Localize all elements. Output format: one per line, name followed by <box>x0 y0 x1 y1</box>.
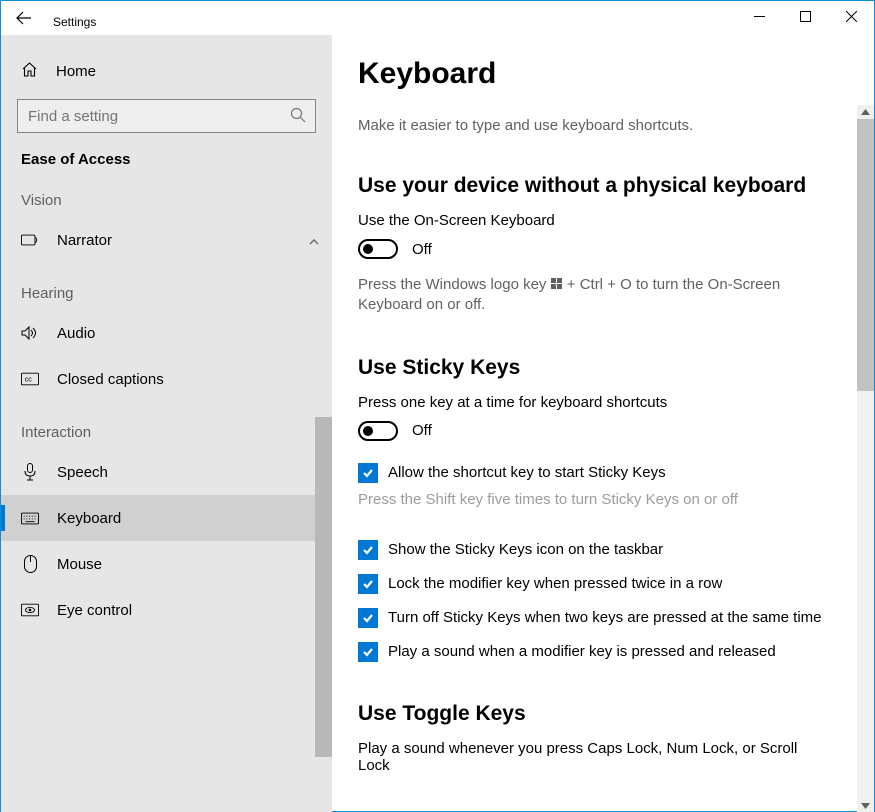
sidebar-item-closed-captions[interactable]: cc Closed captions <box>1 356 332 402</box>
main-scrollbar-thumb[interactable] <box>857 119 874 391</box>
scroll-up-arrow[interactable] <box>857 105 874 119</box>
onscreen-heading: Use your device without a physical keybo… <box>358 174 858 198</box>
titlebar: Settings <box>1 1 874 35</box>
sidebar: Home Ease of Access Vision Narrator Hear… <box>1 35 332 812</box>
sticky-option-checkbox-3[interactable] <box>358 642 378 662</box>
sidebar-item-mouse[interactable]: Mouse <box>1 541 332 587</box>
windows-logo-icon <box>551 278 563 290</box>
minimize-button[interactable] <box>736 1 782 31</box>
nav-label: Speech <box>57 464 108 481</box>
window-title: Settings <box>47 7 96 29</box>
scroll-down-arrow[interactable] <box>857 799 874 812</box>
nav-label: Narrator <box>57 232 112 249</box>
sidebar-item-speech[interactable]: Speech <box>1 449 332 495</box>
sticky-option-label: Show the Sticky Keys icon on the taskbar <box>388 541 663 558</box>
audio-icon <box>21 325 39 341</box>
back-button[interactable] <box>1 1 47 35</box>
sidebar-item-keyboard[interactable]: Keyboard <box>1 495 332 541</box>
home-label: Home <box>56 63 96 80</box>
sticky-heading: Use Sticky Keys <box>358 356 858 380</box>
nav-label: Keyboard <box>57 510 121 527</box>
closed-captions-icon: cc <box>21 372 39 386</box>
onscreen-label: Use the On-Screen Keyboard <box>358 212 858 229</box>
nav-label: Audio <box>57 325 95 342</box>
search-icon <box>290 107 306 128</box>
sticky-shortcut-label: Allow the shortcut key to start Sticky K… <box>388 464 666 481</box>
onscreen-toggle[interactable] <box>358 239 398 259</box>
sticky-label: Press one key at a time for keyboard sho… <box>358 394 858 411</box>
group-label-vision: Vision <box>1 192 332 209</box>
search-input[interactable] <box>17 99 316 133</box>
sidebar-item-home[interactable]: Home <box>1 51 332 91</box>
eye-control-icon <box>21 603 39 617</box>
togglekeys-heading: Use Toggle Keys <box>358 702 858 726</box>
sticky-shortcut-checkbox[interactable] <box>358 463 378 483</box>
home-icon <box>21 61 38 82</box>
nav-label: Closed captions <box>57 371 164 388</box>
close-button[interactable] <box>828 1 874 31</box>
narrator-icon <box>21 232 39 248</box>
section-title: Ease of Access <box>1 151 332 168</box>
page-subtitle: Make it easier to type and use keyboard … <box>358 117 858 134</box>
group-label-hearing: Hearing <box>1 285 332 302</box>
sticky-toggle[interactable] <box>358 421 398 441</box>
togglekeys-label: Play a sound whenever you press Caps Loc… <box>358 740 798 774</box>
sticky-toggle-state: Off <box>412 422 432 439</box>
arrow-left-icon <box>15 9 33 27</box>
svg-text:cc: cc <box>25 375 33 384</box>
maximize-icon <box>800 11 811 22</box>
close-icon <box>846 11 857 22</box>
mouse-icon <box>21 555 39 573</box>
group-label-interaction: Interaction <box>1 424 332 441</box>
sticky-option-label: Play a sound when a modifier key is pres… <box>388 643 776 660</box>
page-title: Keyboard <box>358 57 858 91</box>
keyboard-icon <box>21 512 39 525</box>
sticky-shortcut-hint: Press the Shift key five times to turn S… <box>358 491 858 508</box>
sticky-option-label: Turn off Sticky Keys when two keys are p… <box>388 609 822 626</box>
nav-label: Eye control <box>57 602 132 619</box>
sidebar-item-eye-control[interactable]: Eye control <box>1 587 332 633</box>
sticky-option-checkbox-0[interactable] <box>358 540 378 560</box>
nav-label: Mouse <box>57 556 102 573</box>
sticky-option-label: Lock the modifier key when pressed twice… <box>388 575 722 592</box>
microphone-icon <box>21 463 39 481</box>
sticky-option-checkbox-1[interactable] <box>358 574 378 594</box>
sticky-option-checkbox-2[interactable] <box>358 608 378 628</box>
sidebar-item-narrator[interactable]: Narrator <box>1 217 332 263</box>
minimize-icon <box>754 11 765 22</box>
sidebar-item-audio[interactable]: Audio <box>1 310 332 356</box>
sidebar-scrollbar[interactable] <box>315 417 332 757</box>
onscreen-toggle-state: Off <box>412 241 432 258</box>
onscreen-hint: Press the Windows logo key + Ctrl + O to… <box>358 275 788 316</box>
main-content: Keyboard Make it easier to type and use … <box>332 35 874 812</box>
maximize-button[interactable] <box>782 1 828 31</box>
